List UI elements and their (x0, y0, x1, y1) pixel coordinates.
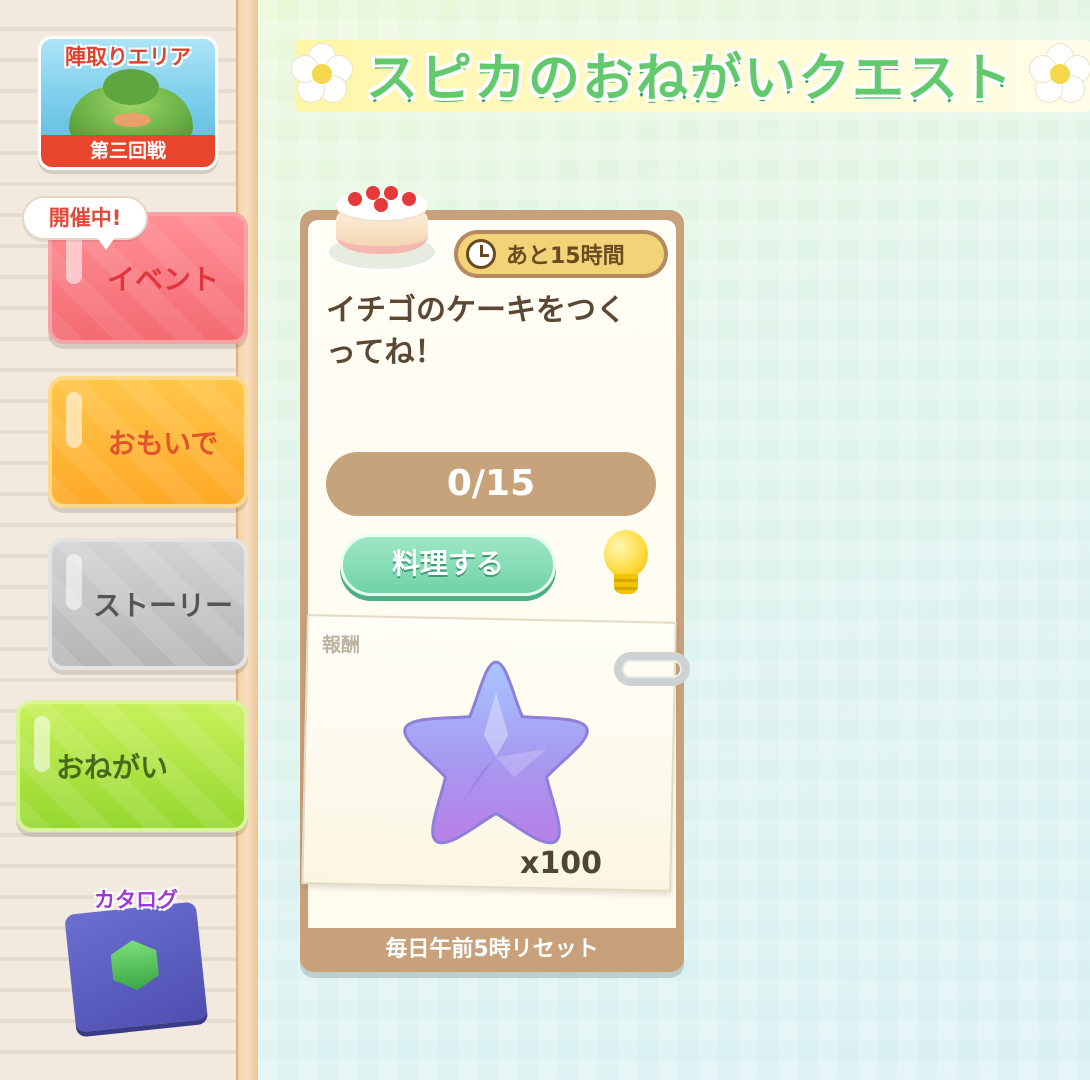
quest-progress: 0/15 (326, 452, 656, 516)
gem-emblem-icon (109, 938, 160, 993)
gloss-highlight (66, 554, 82, 610)
quest-description: イチゴのケーキをつくってね！ (326, 293, 626, 370)
island-icon (69, 69, 193, 141)
reward-amount: x100 (520, 846, 602, 881)
menu-label-story: ストーリー (92, 589, 233, 622)
area-title: 陣取りエリア (65, 45, 191, 69)
menu-button-story[interactable]: ストーリー (48, 538, 248, 670)
cook-button[interactable]: 料理する (340, 534, 556, 596)
paper-clip-icon (614, 652, 690, 686)
page-title: スピカのおねがいクエスト (366, 49, 1015, 109)
daisy-flower-icon (1030, 44, 1090, 104)
menu-button-onegai[interactable]: おねがい (16, 700, 248, 832)
book-icon (64, 901, 208, 1033)
lightbulb-icon[interactable] (600, 530, 652, 600)
reward-label: 報酬 (322, 634, 361, 656)
gloss-highlight (66, 392, 82, 448)
menu-button-omoide[interactable]: おもいで (48, 376, 248, 508)
clock-icon (466, 239, 496, 269)
territory-area-card[interactable]: 陣取りエリア 第三回戦 (38, 36, 218, 170)
purple-star-icon (403, 660, 589, 845)
menu-label-onegai: おねがい (55, 751, 168, 784)
menu-label-event: イベント (106, 263, 219, 296)
time-remaining-text: あと15時間 (506, 244, 625, 269)
gloss-highlight (34, 716, 50, 772)
strawberry-cake-icon (326, 180, 438, 274)
menu-label-omoide: おもいで (107, 427, 219, 460)
daisy-flower-icon (292, 44, 352, 104)
catalog-button[interactable]: カタログ (64, 884, 208, 1038)
quest-reset-note: 毎日午前5時リセット (300, 928, 684, 972)
time-remaining-badge: あと15時間 (454, 230, 668, 278)
area-round-label: 第三回戦 (41, 135, 215, 167)
event-active-badge: 開催中! (22, 196, 148, 250)
catalog-label: カタログ (94, 888, 178, 912)
